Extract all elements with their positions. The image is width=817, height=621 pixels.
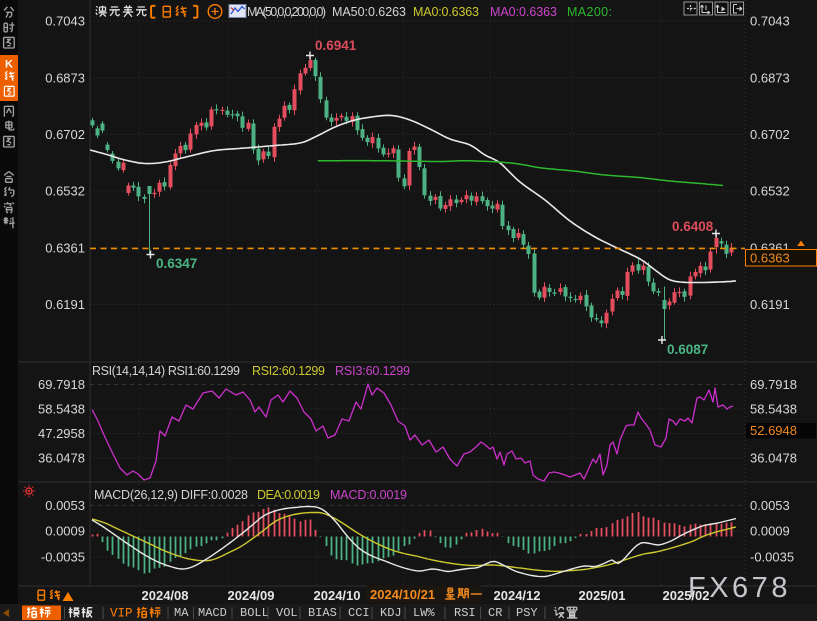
svg-text:2024/10/21: 2024/10/21	[370, 587, 435, 602]
svg-text:36.0478: 36.0478	[750, 451, 797, 466]
svg-text:BOLL: BOLL	[240, 606, 269, 620]
svg-text:69.7918: 69.7918	[38, 377, 85, 392]
svg-text:MACD(26,12,9) DIFF:0.0028: MACD(26,12,9) DIFF:0.0028	[94, 488, 248, 502]
svg-text:58.5438: 58.5438	[750, 402, 797, 417]
svg-text:36.0478: 36.0478	[38, 451, 85, 466]
svg-text:0.6702: 0.6702	[45, 127, 85, 142]
svg-text:0.7043: 0.7043	[45, 14, 85, 29]
svg-text:RSI(14,14,14) RSI1:60.1299: RSI(14,14,14) RSI1:60.1299	[92, 364, 240, 378]
svg-text:K: K	[5, 59, 13, 71]
svg-text:0.6532: 0.6532	[750, 184, 790, 199]
svg-text:0.6873: 0.6873	[750, 71, 790, 86]
svg-text:0.0009: 0.0009	[750, 524, 790, 539]
svg-text:0.6361: 0.6361	[45, 241, 85, 256]
svg-text:2024/12: 2024/12	[494, 588, 541, 603]
svg-text:MA0:0.6363: MA0:0.6363	[490, 5, 557, 19]
svg-text:RSI: RSI	[454, 606, 476, 620]
svg-text:MA(50,0,0,200,0,0): MA(50,0,0,200,0,0)	[247, 5, 326, 19]
svg-text:2024/10: 2024/10	[314, 588, 361, 603]
svg-text:0.6087: 0.6087	[667, 342, 708, 357]
svg-text:0.6408: 0.6408	[672, 219, 714, 234]
svg-text:0.7043: 0.7043	[750, 14, 790, 29]
svg-text:MA: MA	[174, 606, 189, 620]
svg-text:0.6363: 0.6363	[750, 251, 790, 266]
svg-text:47.2958: 47.2958	[38, 426, 85, 441]
svg-text:0.0053: 0.0053	[45, 498, 85, 513]
svg-text:0.6191: 0.6191	[45, 297, 85, 312]
svg-text:0.6941: 0.6941	[315, 38, 357, 53]
svg-text:-0.0035: -0.0035	[41, 550, 85, 565]
svg-text:58.5438: 58.5438	[38, 402, 85, 417]
svg-text:MA50:0.6263: MA50:0.6263	[332, 5, 406, 19]
svg-text:LW%: LW%	[413, 606, 435, 620]
svg-text:MA200:: MA200:	[567, 5, 612, 19]
svg-text:RSI3:60.1299: RSI3:60.1299	[335, 364, 410, 378]
svg-text:0.6532: 0.6532	[45, 184, 85, 199]
svg-text:CCI: CCI	[348, 606, 370, 620]
svg-text:2025/01: 2025/01	[579, 588, 626, 603]
svg-text:PSY: PSY	[516, 606, 538, 620]
svg-text:-0.0035: -0.0035	[750, 550, 794, 565]
svg-text:RSI2:60.1299: RSI2:60.1299	[252, 364, 325, 378]
svg-text:2024/09: 2024/09	[228, 588, 275, 603]
svg-text:0.6873: 0.6873	[45, 71, 85, 86]
svg-text:0.6702: 0.6702	[750, 127, 790, 142]
svg-text:MA0:0.6363: MA0:0.6363	[413, 5, 479, 19]
svg-text:VOL: VOL	[276, 606, 298, 620]
svg-text:52.6948: 52.6948	[750, 423, 797, 438]
svg-text:69.7918: 69.7918	[750, 377, 797, 392]
svg-text:MACD: MACD	[198, 606, 227, 620]
svg-text:2024/08: 2024/08	[142, 588, 189, 603]
svg-text:BIAS: BIAS	[308, 606, 337, 620]
svg-text:0.6191: 0.6191	[750, 297, 790, 312]
svg-text:0.6347: 0.6347	[156, 256, 197, 271]
svg-text:FX678: FX678	[688, 572, 791, 604]
svg-text:VIP: VIP	[110, 607, 133, 621]
svg-text:MACD:0.0019: MACD:0.0019	[330, 488, 407, 502]
svg-text:KDJ: KDJ	[380, 606, 402, 620]
svg-text:0.0009: 0.0009	[45, 524, 85, 539]
svg-text:DEA:0.0019: DEA:0.0019	[257, 488, 320, 502]
svg-text:0.0053: 0.0053	[750, 498, 790, 513]
svg-text:CR: CR	[488, 606, 502, 620]
